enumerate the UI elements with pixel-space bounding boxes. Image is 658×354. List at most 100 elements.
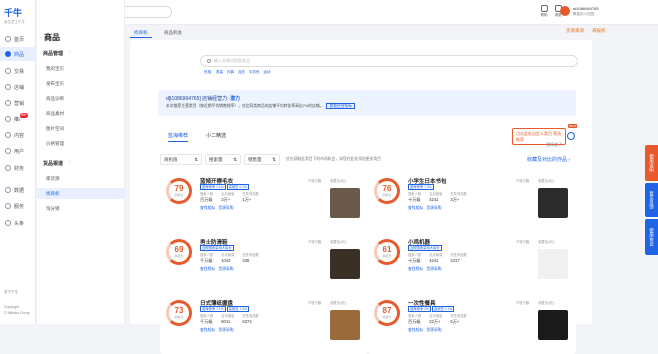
product-card[interactable]: 87 商机分 一次性餐具 不感兴趣 收藏及对比 蓝海竞争 2% 高销售 0.7% 搜索人数 百万… [368,294,576,354]
side-tab-feedback[interactable]: 意见反馈 [645,183,658,217]
subnav-item[interactable]: 库货源 [46,176,60,182]
subnav-item[interactable]: 图片空间 [46,126,64,132]
collect-compare-link[interactable]: 收藏及对比的作品 › [527,156,570,163]
hot-word[interactable]: 运动 [263,70,270,74]
product-image[interactable] [330,249,360,279]
tab-curated[interactable]: 小二精选 [206,132,226,139]
product-card[interactable]: 73 商机分 日式薄纸握盘 不感兴趣 收藏及对比 蓝海竞争 7.1% 高销售 7.2% 搜索人… [160,294,368,354]
not-interested[interactable]: 不感兴趣 [516,178,529,183]
stat-key: 在售商品数 [242,314,259,318]
score-ring: 76 商机分 [374,178,400,204]
rail-item-product[interactable]: 商品 [0,47,36,61]
subnav-item[interactable]: 商品诊断 [46,96,64,102]
product-card[interactable]: 79 商机分 蓝倾开襟毛衣 不感兴趣 收藏及对比 蓝海竞争 7.1% 高销售 0.2% 搜索人… [160,172,368,232]
source-purchase-link[interactable]: 货源采购 [218,206,233,210]
collect-compare[interactable]: 收藏及对比 [538,178,554,183]
product-tag: 近期搜索量较大增长 [200,245,234,251]
product-image[interactable] [330,188,360,218]
source-purchase-link[interactable]: 货源采购 [218,267,233,271]
not-interested[interactable]: 不感兴趣 [308,239,321,244]
rail-item-user[interactable]: 用户 [0,144,36,158]
source-purchase-link[interactable]: 货源采购 [426,328,441,332]
product-card[interactable]: 69 商机分 男士防滑鞋 不感兴趣 收藏及对比 近期搜索量较大增长 搜索人数 千万级 近月销量 1… [160,233,368,293]
rail-item-promotion[interactable]: 推广 99+ [0,112,36,126]
side-tab-agreement[interactable]: 使用协议 [645,219,658,255]
stat-value: 6374 [242,319,252,324]
not-interested[interactable]: 不感兴趣 [516,300,529,305]
subnav-item[interactable]: 我的宝贝 [46,66,64,72]
rail-item-shop[interactable]: 店铺 [0,80,36,94]
avatar[interactable] [560,6,570,16]
footer-about[interactable]: 关于千牛 [4,290,18,295]
rail-item-content[interactable]: 内容 [0,128,36,142]
side-tab-instructions[interactable]: 使用说明 [645,145,658,181]
filter-sales[interactable]: 销售量 ⇅ [244,154,280,165]
subnav-item[interactable]: 商品素材 [46,111,64,117]
product-card[interactable]: 61 商机分 小鸡机器 不感兴趣 收藏及对比 近期搜索量较大增长 搜索人数 十万级 近月销量 42… [368,233,576,293]
subnav-item[interactable]: 找商机 [37,188,125,199]
product-search-input[interactable]: 输入关键词搜索商品 [200,55,578,67]
rail-item-trade[interactable]: 交易 [0,64,36,78]
logo[interactable]: 千牛 卖生意上千牛 [4,6,34,26]
tab-poster[interactable]: 海报机 [592,28,606,34]
subnav-group[interactable]: 商品管理 ˆ [43,50,71,57]
rail-item-home[interactable]: 首页 [0,32,36,46]
rail-item-service[interactable]: 服务 [0,199,36,213]
collect-compare[interactable]: 收藏及对比 [538,239,554,244]
find-similar-link[interactable]: 查找相似 [200,206,215,210]
collect-compare[interactable]: 收藏及对比 [330,239,346,244]
rail-item-marketing[interactable]: 营销 [0,96,36,110]
stat-key: 在售商品数 [242,192,259,196]
not-interested[interactable]: 不感兴趣 [308,178,321,183]
rail-item-finance[interactable]: 财务 [0,161,36,175]
product-stats: 搜索人数 千万级 近月销量 1043 在售商品数 335 [200,252,259,264]
shop-metrics-link[interactable]: 查看经营指标 [326,103,356,109]
find-similar-link[interactable]: 查找相似 [408,206,423,210]
subnav-item[interactable]: 发布宝贝 [46,81,64,87]
filter-search[interactable]: 搜索量 ⇅ [205,154,241,165]
hot-word[interactable]: 手机壳 [249,70,260,74]
subnav-item[interactable]: 价格管理 [46,141,64,147]
find-similar-link[interactable]: 查找相似 [200,267,215,271]
source-purchase-link[interactable]: 货源采购 [426,267,441,271]
tip-dismiss[interactable]: 我知道了 [516,142,562,148]
find-similar-link[interactable]: 查找相似 [200,328,215,332]
collect-compare[interactable]: 收藏及对比 [538,300,554,305]
subnav-item[interactable]: 淘分销 [46,206,60,212]
rail-item-data[interactable]: 数据 [0,183,36,197]
subnav-group-label: 货品渠道 [43,161,64,167]
stat: 近月销量 1043 [221,252,234,264]
product-image[interactable] [538,188,568,218]
help-button[interactable]: 帮助 [537,5,551,18]
gear-icon[interactable] [567,132,575,140]
collect-compare[interactable]: 收藏及对比 [330,300,346,305]
tab-source[interactable]: 货源来源 [566,28,584,34]
stat: 搜索人数 百万级 [408,313,421,325]
not-interested[interactable]: 不感兴趣 [516,239,529,244]
filter-opportunity[interactable]: 商机值 ⇅ [160,154,202,165]
find-similar-link[interactable]: 查找相似 [408,328,423,332]
tab-find-opportunity[interactable]: 找商机 [130,28,152,38]
source-purchase-link[interactable]: 货源采购 [426,206,441,210]
stat-value: 22万+ [429,319,441,324]
stat-key: 搜索人数 [200,314,214,318]
find-similar-link[interactable]: 查找相似 [408,267,423,271]
rail-item-news[interactable]: 头条 [0,216,36,230]
product-card[interactable]: 76 商机分 小学生日本书包 不感兴趣 收藏及对比 蓝海竞争 7.2% 搜索人数 十万级 近月销… [368,172,576,232]
product-image[interactable] [330,310,360,340]
product-image[interactable] [538,310,568,340]
hot-word[interactable]: 内裤 [227,70,234,74]
product-stats: 搜索人数 十万级 近月销量 4241 在售商品数 3万+ [408,191,467,203]
user-name[interactable]: ut1086964765 [573,6,599,11]
hot-word[interactable]: 男装 [216,70,223,74]
not-interested[interactable]: 不感兴趣 [308,300,321,305]
content-icon [5,132,11,138]
subnav-group[interactable]: 货品渠道 ˆ [43,160,71,167]
tab-product-opportunity[interactable]: 商品机会 [160,28,186,38]
source-purchase-link[interactable]: 货源采购 [218,328,233,332]
tab-blue-ocean[interactable]: 蓝海推荐 [168,132,189,142]
rail-item-label: 头条 [14,220,25,227]
collect-compare[interactable]: 收藏及对比 [330,178,346,183]
hot-word[interactable]: 连衣 [238,70,245,74]
product-image[interactable] [538,249,568,279]
